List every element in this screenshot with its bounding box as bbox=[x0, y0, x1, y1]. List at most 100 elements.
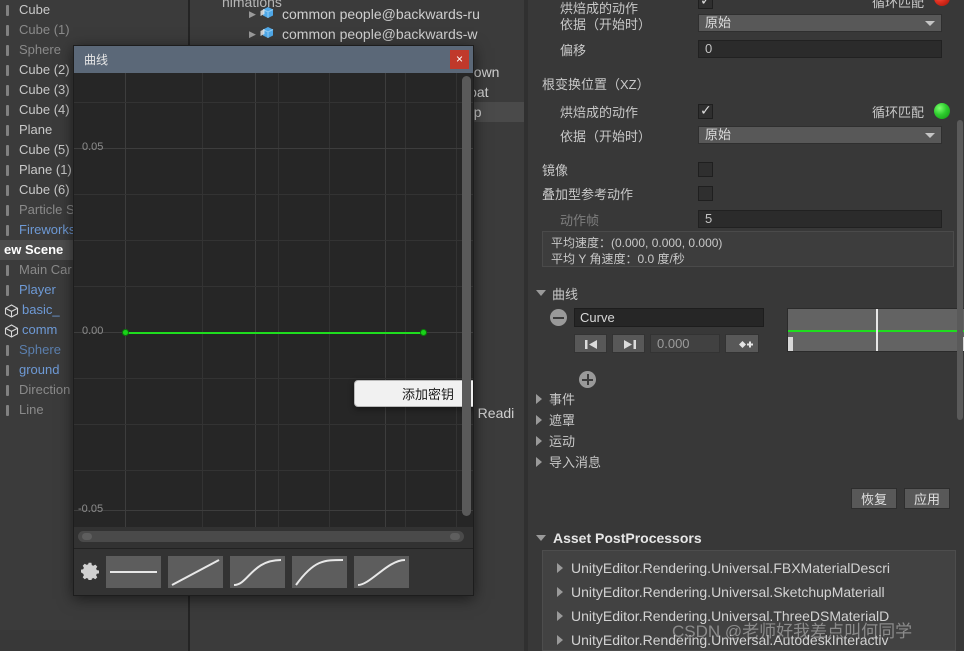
inspector-foldout[interactable]: 事件 bbox=[528, 388, 964, 409]
curve-y-tick-0: 0.05 bbox=[82, 141, 104, 153]
gameobject-icon bbox=[4, 64, 16, 77]
context-menu-add-key[interactable]: 添加密钥 bbox=[402, 384, 454, 403]
loop-match-led-red bbox=[934, 0, 950, 6]
curve-name-input[interactable]: Curve bbox=[574, 308, 764, 327]
row-offset: 偏移 0 bbox=[528, 38, 964, 60]
curve-graph-area[interactable]: 0.05 0.00 -0.05 0.0 0.5 1.0 添加密钥 bbox=[74, 73, 473, 527]
hierarchy-item-label: Sphere bbox=[19, 342, 61, 357]
baked-checkbox-xz[interactable] bbox=[698, 102, 713, 119]
prefab-icon bbox=[4, 323, 19, 338]
mirror-checkbox[interactable] bbox=[698, 161, 713, 177]
remove-curve-icon[interactable] bbox=[550, 309, 567, 326]
hierarchy-item-label: comm bbox=[22, 322, 58, 337]
curve-preset-1[interactable] bbox=[168, 556, 223, 588]
postprocessor-row[interactable]: UnityEditor.Rendering.Universal.Autodesk… bbox=[543, 628, 955, 651]
inspector-foldout[interactable]: 运动 bbox=[528, 430, 964, 451]
curve-hscroll-thumb[interactable] bbox=[78, 531, 464, 542]
hierarchy-item-label: Cube (3) bbox=[19, 82, 70, 97]
chevron-right-icon[interactable]: ▶ bbox=[246, 4, 259, 24]
partial-baked-checkbox[interactable] bbox=[698, 0, 713, 9]
inspector-scrollbar[interactable] bbox=[957, 120, 963, 420]
hierarchy-item-label: Cube (1) bbox=[19, 22, 70, 37]
project-row-fragment[interactable]: loat bbox=[466, 82, 526, 102]
curve-keyframe-start[interactable] bbox=[122, 329, 129, 336]
asset-postprocessors-header[interactable]: Asset PostProcessors bbox=[528, 526, 702, 550]
animation-curve-line bbox=[125, 332, 424, 334]
hierarchy-item-label: Player bbox=[19, 282, 56, 297]
curve-name-value: Curve bbox=[580, 310, 615, 325]
curve-window-titlebar[interactable]: 曲线 × bbox=[74, 46, 473, 73]
inspector-foldout-label: 遮罩 bbox=[549, 413, 576, 428]
inspector-foldout[interactable]: 导入消息 bbox=[528, 451, 964, 472]
curve-hscroll-right-grip[interactable] bbox=[450, 533, 460, 540]
hierarchy-item[interactable]: Cube (1) bbox=[0, 20, 190, 40]
based-on-dropdown-top[interactable]: 原始 bbox=[698, 14, 942, 32]
prev-keyframe-icon[interactable] bbox=[574, 334, 607, 353]
model-prefab-icon bbox=[259, 6, 278, 22]
offset-label: 偏移 bbox=[560, 42, 587, 58]
chevron-right-icon[interactable] bbox=[557, 563, 563, 573]
project-row-fragment[interactable]: up bbox=[466, 102, 528, 122]
postprocessor-row[interactable]: UnityEditor.Rendering.Universal.ThreeDSM… bbox=[543, 604, 955, 628]
next-keyframe-icon[interactable] bbox=[612, 334, 645, 353]
curve-preset-0[interactable] bbox=[106, 556, 161, 588]
inspector-foldout-label: 导入消息 bbox=[549, 455, 602, 470]
based-on-label-xz: 依据（开始时） bbox=[560, 128, 652, 144]
chevron-right-icon[interactable] bbox=[557, 587, 563, 597]
curve-preset-4[interactable] bbox=[354, 556, 409, 588]
hierarchy-item-label: Cube (4) bbox=[19, 102, 70, 117]
curve-keyframe-end[interactable] bbox=[420, 329, 427, 336]
project-row-fragment[interactable]: down bbox=[466, 62, 526, 82]
additive-checkbox[interactable] bbox=[698, 185, 713, 201]
gameobject-icon bbox=[4, 204, 16, 217]
add-curve-icon[interactable] bbox=[579, 371, 596, 388]
curve-vscroll-thumb[interactable] bbox=[462, 76, 471, 516]
curve-preview[interactable] bbox=[787, 308, 964, 352]
chevron-down-icon bbox=[925, 133, 935, 138]
chevron-down-icon bbox=[536, 535, 546, 541]
revert-button[interactable]: 恢复 bbox=[850, 488, 897, 509]
curve-hscroll-left-grip[interactable] bbox=[82, 533, 92, 540]
curves-section-header[interactable]: 曲线 bbox=[528, 282, 578, 304]
curve-value-text: 0.000 bbox=[657, 336, 690, 351]
apply-button[interactable]: 应用 bbox=[903, 488, 950, 509]
hierarchy-item-label: Line bbox=[19, 402, 44, 417]
row-additive: 叠加型参考动作 bbox=[528, 182, 964, 204]
postprocessor-row[interactable]: UnityEditor.Rendering.Universal.FBXMater… bbox=[543, 556, 955, 580]
curve-preset-2[interactable] bbox=[230, 556, 285, 588]
curve-vertical-scrollbar[interactable] bbox=[462, 75, 471, 523]
gear-icon[interactable] bbox=[81, 562, 99, 580]
gameobject-icon bbox=[4, 384, 16, 397]
gameobject-icon bbox=[4, 344, 16, 357]
hierarchy-item[interactable]: Cube bbox=[0, 0, 190, 20]
project-asset-row[interactable]: ▶ common people@backwards-w bbox=[246, 24, 480, 44]
gameobject-icon bbox=[4, 284, 16, 297]
gameobject-icon bbox=[4, 4, 16, 17]
curve-value-input[interactable]: 0.000 bbox=[650, 334, 720, 353]
chevron-right-icon[interactable]: ▶ bbox=[246, 24, 259, 44]
average-velocity-infobox: 平均速度：(0.000, 0.000, 0.000) 平均 Y 角速度：0.0 … bbox=[542, 231, 954, 267]
inspector-foldout[interactable]: 遮罩 bbox=[528, 409, 964, 430]
gameobject-icon bbox=[4, 104, 16, 117]
curve-horizontal-scrollbar[interactable] bbox=[78, 531, 464, 542]
gameobject-icon bbox=[4, 404, 16, 417]
row-based-on-top: 依据（开始时） 原始 bbox=[528, 12, 964, 34]
gameobject-icon bbox=[4, 364, 16, 377]
gameobject-icon bbox=[4, 24, 16, 37]
offset-input[interactable]: 0 bbox=[698, 40, 942, 58]
chevron-right-icon[interactable] bbox=[557, 635, 563, 645]
close-icon[interactable]: × bbox=[450, 50, 469, 69]
based-on-value-top: 原始 bbox=[705, 15, 732, 30]
based-on-dropdown-xz[interactable]: 原始 bbox=[698, 126, 942, 144]
postprocessor-row[interactable]: UnityEditor.Rendering.Universal.Sketchup… bbox=[543, 580, 955, 604]
loop-match-led-green bbox=[934, 103, 950, 119]
add-keyframe-icon[interactable] bbox=[725, 334, 759, 353]
curve-preset-3[interactable] bbox=[292, 556, 347, 588]
project-asset-row[interactable]: ▶ common people@backwards-ru bbox=[246, 4, 480, 24]
partial-loop-match-label: 循环匹配 bbox=[871, 0, 924, 10]
inspector-foldout-label: 运动 bbox=[549, 434, 576, 449]
context-menu[interactable]: 添加密钥 bbox=[354, 380, 473, 407]
pose-frame-input[interactable]: 5 bbox=[698, 210, 942, 228]
chevron-right-icon[interactable] bbox=[557, 611, 563, 621]
project-row-fragment[interactable]: e Readi bbox=[466, 403, 528, 423]
